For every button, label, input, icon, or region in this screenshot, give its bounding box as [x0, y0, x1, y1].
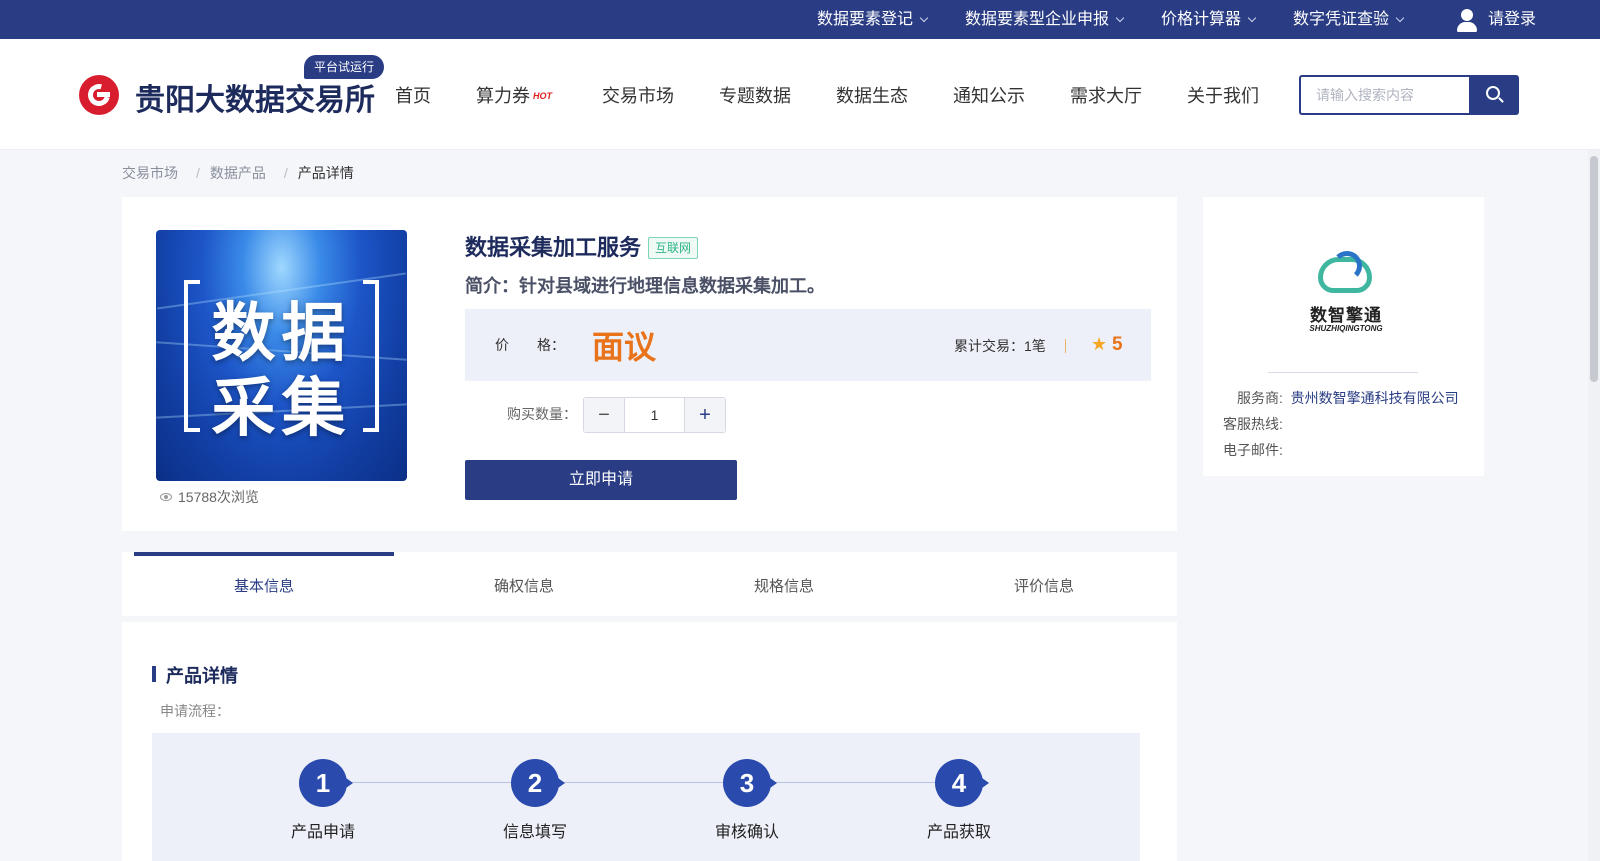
nav-demand-hall[interactable]: 需求大厅 [1070, 82, 1142, 108]
total-deals: 累计交易：1笔 [954, 338, 1046, 354]
topbar-item-label: 数据要素登记 [817, 11, 914, 28]
tab-spec-info[interactable]: 规格信息 [654, 552, 914, 616]
flow-connector [323, 782, 935, 783]
topbar-item-data-registration[interactable]: 数据要素登记 [817, 0, 929, 39]
breadcrumb-data-products[interactable]: 数据产品 [210, 165, 266, 181]
step-3-badge: 3 [723, 759, 777, 807]
vendor-card: 数智擎通 SHUZHIQINGTONG 服务商: 贵州数智擎通科技有限公司 客服… [1203, 197, 1484, 476]
step-1-badge: 1 [299, 759, 353, 807]
step-1-label: 产品申请 [290, 824, 355, 841]
topbar-item-price-calculator[interactable]: 价格计算器 [1161, 0, 1257, 39]
divider [1065, 339, 1066, 353]
quantity-label: 购买数量： [507, 406, 577, 422]
tab-ownership-info[interactable]: 确权信息 [394, 552, 654, 616]
provider-row: 服务商: 贵州数智擎通科技有限公司 [1237, 388, 1459, 408]
rating-value: 5 [1112, 334, 1123, 355]
quantity-stepper: − 1 + [583, 397, 726, 433]
topbar-item-enterprise-report[interactable]: 数据要素型企业申报 [965, 0, 1125, 39]
step-3-label: 审核确认 [714, 824, 779, 841]
step-4-label: 产品获取 [926, 824, 991, 841]
chevron-down-icon [1115, 13, 1125, 22]
login-link[interactable]: 请登录 [1456, 0, 1536, 39]
product-panel: 数据 采集 15788次浏览 数据采集加工服务 互联网 简介：针对县域进行地理信… [122, 197, 1177, 531]
application-flow: 1 产品申请 2 信息填写 3 审核确认 4 产品获取 [152, 733, 1140, 861]
nav-about-us[interactable]: 关于我们 [1187, 82, 1259, 108]
chevron-down-icon [1395, 13, 1405, 22]
product-image: 数据 采集 [156, 230, 407, 481]
step-4-badge: 4 [935, 759, 989, 807]
site-logo-text[interactable]: 贵阳大数据交易所 [135, 75, 375, 119]
info-tabs: 基本信息 确权信息 规格信息 评价信息 [122, 552, 1177, 616]
product-intro: 简介：针对县域进行地理信息数据采集加工。 [465, 276, 825, 296]
tab-basic-info[interactable]: 基本信息 [134, 552, 394, 616]
step-2-label: 信息填写 [502, 824, 567, 841]
nav-notices[interactable]: 通知公示 [953, 82, 1025, 108]
trial-badge: 平台试运行 [304, 55, 385, 79]
vendor-logo-en: SHUZHIQINGTONG [1309, 324, 1383, 333]
provider-name[interactable]: 贵州数智擎通科技有限公司 [1291, 390, 1459, 406]
vendor-logo-cn: 数智擎通 [1310, 306, 1382, 325]
nav-trading-market[interactable]: 交易市场 [602, 82, 674, 108]
email-label: 电子邮件: [1223, 442, 1283, 458]
search-field [1299, 75, 1469, 115]
divider [1268, 372, 1418, 373]
price-value: 面议 [592, 329, 657, 365]
decrement-button[interactable]: − [584, 398, 624, 432]
product-image-text-line2: 采集 [211, 372, 352, 444]
page-scrollbar[interactable] [1588, 150, 1600, 861]
breadcrumb-current: 产品详情 [297, 165, 354, 181]
chevron-down-icon [1247, 13, 1257, 22]
topbar-item-label: 价格计算器 [1161, 11, 1242, 28]
hotline-row: 客服热线: [1223, 414, 1283, 434]
logo-icon[interactable] [79, 75, 119, 115]
price-label: 价 格： [495, 337, 565, 353]
nav-data-ecosystem[interactable]: 数据生态 [836, 82, 908, 108]
product-title: 数据采集加工服务 [465, 235, 642, 260]
user-icon [1456, 7, 1478, 33]
search-input[interactable] [1301, 77, 1469, 113]
view-count-text: 15788次浏览 [178, 489, 259, 505]
increment-button[interactable]: + [685, 398, 725, 432]
hot-badge: HOT [533, 91, 552, 101]
scrollbar-thumb[interactable] [1590, 156, 1598, 382]
topbar-item-label: 数字凭证查验 [1293, 11, 1390, 28]
chevron-down-icon [919, 13, 929, 22]
eye-icon [160, 493, 172, 501]
tab-review-info[interactable]: 评价信息 [914, 552, 1174, 616]
quantity-value[interactable]: 1 [624, 398, 685, 432]
vendor-logo: 数智擎通 SHUZHIQINGTONG [1308, 251, 1383, 333]
step-2-badge: 2 [511, 759, 565, 807]
category-tag: 互联网 [648, 237, 699, 259]
star-icon: ★ [1091, 334, 1108, 354]
topbar-item-certificate-check[interactable]: 数字凭证查验 [1293, 0, 1405, 39]
email-row: 电子邮件: [1223, 440, 1283, 460]
search-button[interactable] [1469, 75, 1519, 115]
topbar-item-label: 数据要素型企业申报 [965, 11, 1110, 28]
nav-home[interactable]: 首页 [395, 82, 431, 108]
price-box: 价 格： 面议 累计交易：1笔 ★ 5 [465, 309, 1151, 381]
nav-topic-data[interactable]: 专题数据 [719, 82, 791, 108]
login-label: 请登录 [1488, 11, 1537, 28]
top-utility-bar: 数据要素登记 数据要素型企业申报 价格计算器 数字凭证查验 请登录 [0, 0, 1600, 39]
main-header: 贵阳大数据交易所 平台试运行 首页 算力券 HOT 交易市场 专题数据 数据生态… [0, 39, 1600, 150]
product-detail-section: 产品详情 申请流程： 1 产品申请 2 信息填写 3 审核确认 4 产品获取 [122, 622, 1177, 861]
nav-compute-voucher[interactable]: 算力券 [476, 82, 530, 108]
flow-label: 申请流程： [160, 703, 230, 719]
hotline-label: 客服热线: [1223, 416, 1283, 432]
provider-label: 服务商: [1237, 390, 1283, 406]
view-count: 15788次浏览 [160, 487, 259, 507]
section-title: 产品详情 [152, 662, 238, 688]
apply-now-button[interactable]: 立即申请 [465, 460, 737, 500]
breadcrumb: 交易市场 / 数据产品 / 产品详情 [122, 165, 354, 181]
breadcrumb-trading-market[interactable]: 交易市场 [122, 165, 178, 181]
